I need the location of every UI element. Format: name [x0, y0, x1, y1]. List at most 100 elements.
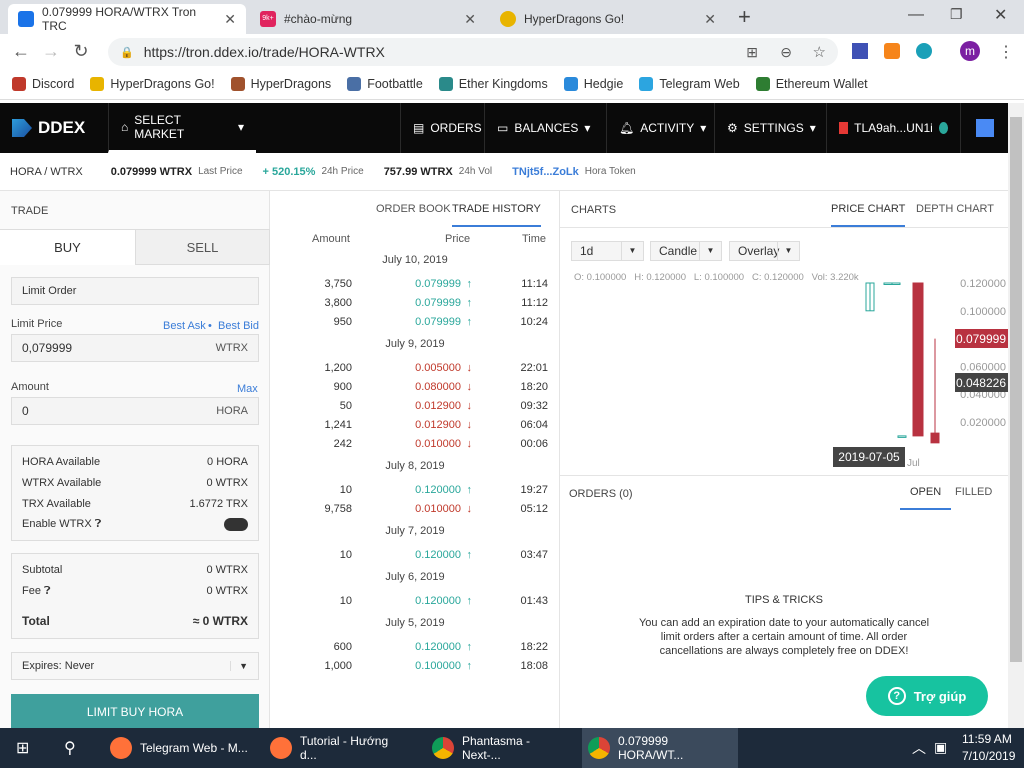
fee-label: Fee [22, 585, 41, 597]
notification-badge-icon: 9k+ [260, 11, 276, 27]
bookmark-item[interactable]: Ethereum Wallet [755, 76, 868, 91]
back-button[interactable]: ← [6, 41, 36, 62]
date-label: July 8, 2019 [385, 460, 445, 472]
bookmark-item[interactable]: Telegram Web [639, 76, 740, 91]
tab-open-orders[interactable]: OPEN [900, 486, 952, 510]
bookmark-item[interactable]: Footbattle [347, 76, 423, 91]
taskbar-item[interactable]: Phantasma - Next-... [426, 728, 576, 768]
bookmark-item[interactable]: Discord [12, 76, 74, 91]
extension-icon[interactable] [916, 43, 932, 59]
trade-title: TRADE [11, 205, 49, 217]
bookmark-star-icon[interactable]: ☆ [813, 43, 826, 61]
best-ask-link[interactable]: Best Ask [163, 320, 206, 332]
tab-order-book[interactable]: ORDER BOOK [376, 203, 451, 215]
scrollbar-thumb[interactable] [1010, 117, 1022, 662]
date-header: July 8, 2019 [270, 457, 560, 476]
trade-amount: 1,000 [324, 660, 352, 672]
translate-icon[interactable]: ⊞ [746, 44, 758, 61]
account-button[interactable]: TLA9ah...UN1i [826, 103, 960, 153]
taskbar-item-active[interactable]: 0.079999 HORA/WT... [582, 728, 738, 768]
notification-icon[interactable]: ▣ [934, 739, 947, 756]
limit-price-unit: WTRX [215, 342, 248, 354]
trade-amount: 10 [339, 484, 352, 496]
url-bar[interactable]: 🔒 https://tron.ddex.io/trade/HORA-WTRX ⊞ ⊖… [108, 38, 838, 66]
taskbar-label: Phantasma - Next-... [462, 734, 531, 762]
account-address: TLA9ah...UN1i [854, 121, 933, 135]
tab-filled-orders[interactable]: FILLED [955, 486, 992, 498]
buy-tab[interactable]: BUY [0, 229, 135, 265]
activity-button[interactable]: 🔔︎ ACTIVITY ▾ [606, 103, 718, 153]
clock-time[interactable]: 11:59 AM [962, 732, 1012, 746]
start-button[interactable]: ⊞ [10, 728, 35, 768]
balances-button[interactable]: ▭ BALANCES ▾ [484, 103, 602, 153]
url-text[interactable]: https://tron.ddex.io/trade/HORA-WTRX [144, 44, 385, 60]
trade-price: 0.100000 [415, 660, 461, 672]
tab-trade-history[interactable]: TRADE HISTORY [452, 203, 541, 227]
bookmark-item[interactable]: HyperDragons [230, 76, 331, 91]
trade-price: 0.010000 [415, 438, 461, 450]
new-tab-button[interactable]: + [738, 4, 751, 30]
close-tab-icon[interactable]: ✕ [224, 11, 236, 28]
page-scrollbar[interactable] [1008, 103, 1024, 728]
trade-price: 0.012900 [415, 419, 461, 431]
max-link[interactable]: Max [237, 383, 258, 395]
candle-body [883, 282, 893, 285]
ddex-logo[interactable]: DDEX [0, 103, 97, 153]
limit-price-value: 0,079999 [22, 341, 73, 355]
token-address-link[interactable]: TNjt5f...ZoLk [512, 166, 579, 178]
enable-wtrx-toggle[interactable] [224, 518, 248, 531]
forward-button[interactable]: → [36, 41, 66, 62]
close-tab-icon[interactable]: ✕ [464, 11, 476, 28]
price-chart[interactable]: 0.1200000.1000000.0600000.0400000.020000… [560, 191, 1008, 471]
close-tab-icon[interactable]: ✕ [704, 11, 716, 28]
tab-title: HyperDragons Go! [524, 12, 625, 26]
taskbar-label: 0.079999 HORA/WT... [618, 734, 684, 762]
translate-button[interactable] [960, 103, 1008, 153]
limit-buy-button[interactable]: LIMIT BUY HORA [11, 694, 259, 730]
clock-date[interactable]: 7/10/2019 [962, 749, 1015, 763]
expires-select[interactable]: Expires: Never ▼ [11, 652, 259, 680]
metamask-icon[interactable] [884, 43, 900, 59]
taskbar-label: Telegram Web - M... [140, 741, 248, 755]
order-type-select[interactable]: Limit Order [11, 277, 259, 305]
taskbar-item[interactable]: Tutorial - Hướng d... [264, 728, 414, 768]
charts-panel: CHARTS PRICE CHART DEPTH CHART 1d ▼ Candl… [560, 191, 1008, 728]
select-market-button[interactable]: ⌂ SELECT MARKET ▾ [108, 103, 256, 153]
caret-down-icon: ▾ [237, 119, 244, 134]
trade-panel: TRADE BUY SELL Limit Order Limit Price B… [0, 191, 270, 730]
arrow-up-icon: ↑ [466, 549, 473, 561]
browser-tab-chao-mung[interactable]: 9k+ #chào-mừng ✕ [250, 4, 486, 34]
zoom-icon[interactable]: ⊖ [780, 44, 792, 61]
limit-price-input[interactable]: 0,079999 WTRX [11, 334, 259, 362]
help-icon[interactable]: ❓︎ [44, 585, 51, 597]
browser-tab-ddex[interactable]: 0.079999 HORA/WTRX Tron TRC ✕ [8, 4, 246, 34]
trade-row: 1,200 0.005000 ↓ 22:01 [270, 359, 560, 378]
profile-avatar[interactable]: m [960, 41, 980, 61]
address-bar-row: ← → ↻ 🔒 https://tron.ddex.io/trade/HORA-W… [0, 34, 1024, 68]
best-bid-link[interactable]: Best Bid [218, 320, 259, 332]
help-icon[interactable]: ❓︎ [95, 518, 102, 530]
search-icon[interactable]: ⚲ [58, 728, 82, 768]
help-button[interactable]: ? Trợ giúp [866, 676, 988, 716]
sell-tab[interactable]: SELL [135, 229, 270, 265]
orders-button[interactable]: ▤ ORDERS [400, 103, 494, 153]
bookmark-item[interactable]: Ether Kingdoms [438, 76, 548, 91]
minimize-button[interactable]: — [908, 6, 924, 24]
reload-button[interactable]: ↻ [66, 41, 96, 62]
bookmark-item[interactable]: Hedgie [563, 76, 623, 91]
close-window-button[interactable]: ✕ [994, 5, 1007, 25]
settings-button[interactable]: ⚙ SETTINGS ▾ [714, 103, 828, 153]
trade-time: 18:08 [520, 660, 548, 672]
taskbar-item[interactable]: Telegram Web - M... [104, 728, 254, 768]
cursor-date-label: 2019-07-05 [838, 450, 900, 464]
trade-price: 0.120000 [415, 484, 461, 496]
extension-icon[interactable] [852, 43, 868, 59]
bookmark-item[interactable]: HyperDragons Go! [90, 76, 215, 91]
menu-icon[interactable]: ⋮ [998, 42, 1014, 62]
amount-input[interactable]: 0 HORA [11, 397, 259, 425]
balance-value: 0 WTRX [206, 477, 248, 489]
trade-time: 06:04 [520, 419, 548, 431]
tray-arrow-icon[interactable]: ︿ [912, 738, 926, 758]
browser-tab-hyperdragons[interactable]: HyperDragons Go! ✕ [490, 4, 726, 34]
maximize-button[interactable]: ❐ [950, 6, 963, 23]
